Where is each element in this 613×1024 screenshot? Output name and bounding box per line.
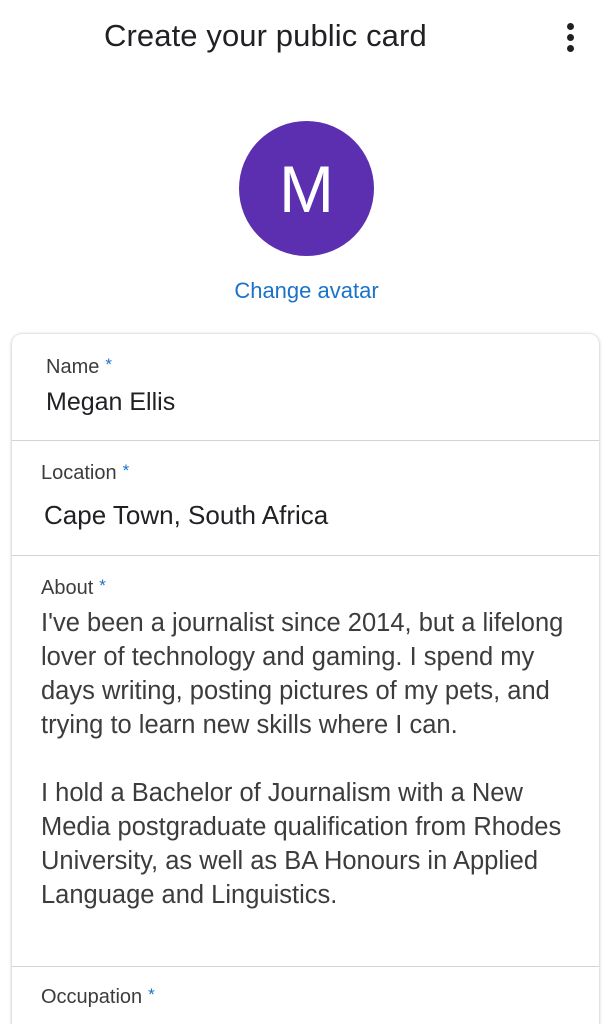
about-label: About * [41, 576, 106, 599]
required-marker: * [122, 461, 130, 480]
more-vert-icon [567, 23, 574, 30]
change-avatar-link[interactable]: Change avatar [0, 278, 613, 304]
public-card-screen: Create your public card M Change avatar … [0, 0, 613, 1024]
about-field[interactable]: About * I've been a journalist since 2014… [12, 556, 599, 967]
occupation-field[interactable]: Occupation * [12, 968, 599, 1024]
avatar-initial: M [279, 151, 334, 226]
page-title: Create your public card [104, 18, 427, 53]
location-field[interactable]: Location * Cape Town, South Africa [12, 441, 599, 556]
required-marker: * [105, 355, 112, 374]
name-label: Name * [46, 355, 112, 378]
name-input[interactable]: Megan Ellis [46, 388, 175, 417]
required-marker: * [99, 576, 106, 595]
avatar[interactable]: M [239, 121, 374, 256]
occupation-label: Occupation * [41, 985, 155, 1008]
more-options-button[interactable] [556, 20, 586, 56]
top-app-bar: Create your public card [0, 0, 613, 80]
profile-form-card: Name * Megan Ellis Location * Cape Town, S… [12, 334, 599, 1024]
location-input[interactable]: Cape Town, South Africa [44, 500, 328, 531]
location-label: Location * [41, 461, 130, 484]
about-textarea[interactable]: I've been a journalist since 2014, but a… [41, 606, 591, 912]
required-marker: * [148, 985, 155, 1004]
name-field[interactable]: Name * Megan Ellis [12, 334, 599, 441]
